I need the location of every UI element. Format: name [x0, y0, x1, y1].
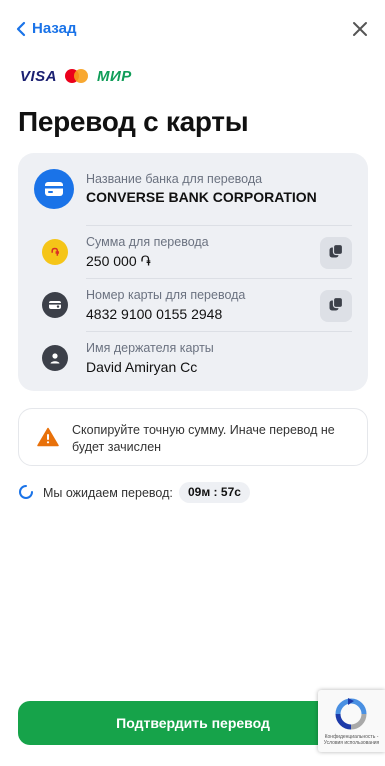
- visa-logo: VISA: [20, 67, 58, 85]
- amount-label: Сумма для перевода: [86, 235, 209, 249]
- recaptcha-icon: [335, 698, 367, 730]
- copy-icon: [328, 296, 344, 317]
- top-bar: Назад: [0, 0, 385, 58]
- amount-icon: ֏: [42, 239, 68, 265]
- recaptcha-badge[interactable]: Конфиденциальность - Условия использован…: [318, 690, 385, 752]
- mastercard-logo: [65, 68, 89, 84]
- copy-icon: [328, 243, 344, 264]
- user-icon: [42, 345, 68, 371]
- recaptcha-text: Конфиденциальность - Условия использован…: [323, 734, 380, 746]
- close-icon[interactable]: [351, 20, 369, 38]
- payment-system-logos: VISA МИР: [20, 67, 132, 85]
- loading-spinner-icon: [18, 484, 34, 500]
- card-number-label: Номер карты для перевода: [86, 288, 246, 302]
- bank-row: Название банка для перевода CONVERSE BAN…: [18, 153, 368, 225]
- card-number-row: Номер карты для перевода 4832 9100 0155 …: [18, 279, 368, 332]
- chevron-left-icon: [16, 21, 26, 37]
- svg-text:֏: ֏: [51, 246, 59, 259]
- copy-amount-button[interactable]: [320, 237, 352, 269]
- transfer-details-card: Название банка для перевода CONVERSE BAN…: [18, 153, 368, 391]
- waiting-label: Мы ожидаем перевод:: [43, 486, 173, 500]
- bank-value: CONVERSE BANK CORPORATION: [86, 189, 317, 205]
- page-title: Перевод с карты: [18, 106, 249, 137]
- warning-text: Скопируйте точную сумму. Иначе перевод н…: [72, 423, 335, 454]
- back-button[interactable]: Назад: [16, 20, 76, 37]
- copy-card-number-button[interactable]: [320, 290, 352, 322]
- holder-value: David Amiryan Cc: [86, 359, 198, 375]
- amount-row: ֏ Сумма для перевода 250 000 ֏: [18, 226, 368, 279]
- bank-label: Название банка для перевода: [86, 172, 263, 186]
- mir-logo: МИР: [97, 67, 132, 85]
- countdown-timer: 09м : 57с: [179, 482, 250, 503]
- card-number-value: 4832 9100 0155 2948: [86, 306, 223, 322]
- back-label: Назад: [32, 20, 77, 37]
- warning-box: Скопируйте точную сумму. Иначе перевод н…: [18, 408, 368, 466]
- confirm-transfer-button[interactable]: Подтвердить перевод: [18, 701, 368, 745]
- warning-icon: [37, 427, 59, 452]
- bank-card-icon: [34, 169, 74, 209]
- amount-value: 250 000 ֏: [86, 253, 151, 269]
- waiting-status: Мы ожидаем перевод: 09м : 57с: [18, 482, 368, 504]
- holder-label: Имя держателя карты: [86, 341, 214, 355]
- holder-row: Имя держателя карты David Amiryan Cc: [18, 332, 368, 391]
- card-icon: [42, 292, 68, 318]
